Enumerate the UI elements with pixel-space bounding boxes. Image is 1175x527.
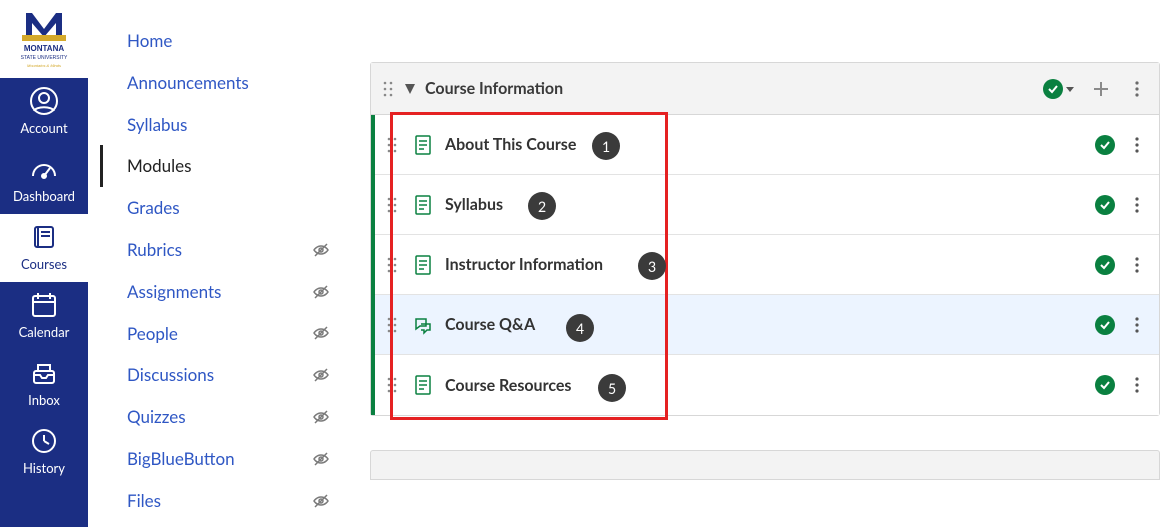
brand-tagline: Mountains & Minds: [27, 63, 61, 68]
course-nav-announcements[interactable]: Announcements: [100, 62, 350, 104]
module-stub-next: [370, 450, 1160, 480]
page-icon: [413, 375, 433, 395]
published-check-icon[interactable]: [1095, 315, 1115, 335]
item-options-icon[interactable]: [1127, 195, 1147, 215]
item-options-icon[interactable]: [1127, 255, 1147, 275]
course-nav-label: People: [127, 322, 178, 346]
drag-handle-icon[interactable]: [387, 256, 401, 274]
module-item-about-this-course: About This Course: [375, 115, 1159, 175]
module-course-information: Course Information: [370, 62, 1160, 416]
course-nav-label: Discussions: [127, 363, 214, 387]
clock-icon: [29, 426, 59, 456]
course-nav-discussions[interactable]: Discussions: [100, 354, 350, 396]
global-nav-inbox[interactable]: Inbox: [0, 350, 88, 418]
course-nav-label: Announcements: [127, 71, 249, 95]
add-item-button[interactable]: [1091, 79, 1111, 99]
course-nav-modules[interactable]: Modules: [100, 145, 350, 187]
course-nav-bigbluebutton[interactable]: BigBlueButton: [100, 438, 350, 480]
collapse-caret-icon[interactable]: [405, 84, 417, 94]
course-nav-label: Files: [127, 489, 161, 513]
drag-handle-icon[interactable]: [387, 376, 401, 394]
published-check-icon[interactable]: [1095, 195, 1115, 215]
module-header-actions: [1043, 79, 1147, 99]
chevron-down-icon: [1065, 84, 1075, 94]
course-nav-label: Rubrics: [127, 238, 182, 262]
course-nav-files[interactable]: Files: [100, 480, 350, 522]
module-item-instructor-information: Instructor Information: [375, 235, 1159, 295]
module-item-course-qa: Course Q&A: [375, 295, 1159, 355]
global-nav-label: Inbox: [28, 392, 60, 408]
drag-handle-icon[interactable]: [383, 80, 397, 98]
global-nav-label: History: [23, 460, 65, 476]
module-item-syllabus: Syllabus: [375, 175, 1159, 235]
published-check-icon: [1043, 79, 1063, 99]
module-item-title[interactable]: About This Course: [445, 135, 576, 154]
item-options-icon[interactable]: [1127, 315, 1147, 335]
module-items-list: About This Course Syllabus Instructor In…: [371, 115, 1159, 415]
global-nav-calendar[interactable]: Calendar: [0, 282, 88, 350]
publish-status-dropdown[interactable]: [1043, 79, 1075, 99]
calendar-icon: [29, 290, 59, 320]
hidden-eye-icon: [312, 450, 330, 468]
course-nav-assignments[interactable]: Assignments: [100, 271, 350, 313]
global-nav: MONTANA STATE UNIVERSITY Mountains & Min…: [0, 0, 88, 527]
course-nav-home[interactable]: Home: [100, 20, 350, 62]
course-nav-syllabus[interactable]: Syllabus: [100, 104, 350, 146]
user-circle-icon: [29, 86, 59, 116]
course-nav-label: Assignments: [127, 280, 221, 304]
module-item-title[interactable]: Syllabus: [445, 195, 503, 214]
module-item-title[interactable]: Course Resources: [445, 376, 571, 395]
module-options-icon[interactable]: [1127, 79, 1147, 99]
global-nav-history[interactable]: History: [0, 418, 88, 486]
course-nav-label: BigBlueButton: [127, 447, 235, 471]
course-nav-label: Grades: [127, 196, 180, 220]
drag-handle-icon[interactable]: [387, 136, 401, 154]
hidden-eye-icon: [312, 366, 330, 384]
course-nav-label: Quizzes: [127, 405, 186, 429]
hidden-eye-icon: [312, 241, 330, 259]
course-nav-label: Home: [127, 29, 172, 53]
global-nav-label: Courses: [21, 256, 67, 272]
module-item-course-resources: Course Resources: [375, 355, 1159, 415]
module-title: Course Information: [425, 79, 1035, 98]
page-icon: [413, 135, 433, 155]
brand-logo[interactable]: MONTANA STATE UNIVERSITY Mountains & Min…: [0, 0, 88, 78]
global-nav-label: Dashboard: [13, 188, 75, 204]
drag-handle-icon[interactable]: [387, 316, 401, 334]
page-icon: [413, 195, 433, 215]
module-item-title[interactable]: Instructor Information: [445, 255, 603, 274]
course-nav-label: Syllabus: [127, 113, 187, 137]
gauge-icon: [29, 154, 59, 184]
page-icon: [413, 255, 433, 275]
hidden-eye-icon: [312, 492, 330, 510]
global-nav-account[interactable]: Account: [0, 78, 88, 146]
global-nav-courses[interactable]: Courses: [0, 214, 88, 282]
discussion-icon: [413, 315, 433, 335]
published-check-icon[interactable]: [1095, 255, 1115, 275]
course-nav-quizzes[interactable]: Quizzes: [100, 396, 350, 438]
brand-top: MONTANA: [24, 44, 65, 53]
course-nav-rubrics[interactable]: Rubrics: [100, 229, 350, 271]
published-check-icon[interactable]: [1095, 375, 1115, 395]
course-nav-grades[interactable]: Grades: [100, 187, 350, 229]
item-options-icon[interactable]: [1127, 135, 1147, 155]
drag-handle-icon[interactable]: [387, 196, 401, 214]
global-nav-label: Account: [20, 120, 67, 136]
published-check-icon[interactable]: [1095, 135, 1115, 155]
global-nav-label: Calendar: [19, 324, 70, 340]
book-icon: [29, 222, 59, 252]
course-nav-label: Modules: [127, 154, 192, 178]
main-content: Course Information: [370, 62, 1160, 480]
hidden-eye-icon: [312, 324, 330, 342]
hidden-eye-icon: [312, 408, 330, 426]
hidden-eye-icon: [312, 283, 330, 301]
item-options-icon[interactable]: [1127, 375, 1147, 395]
course-nav-people[interactable]: People: [100, 313, 350, 355]
global-nav-dashboard[interactable]: Dashboard: [0, 146, 88, 214]
course-nav: Home Announcements Syllabus Modules Grad…: [100, 20, 350, 522]
module-item-title[interactable]: Course Q&A: [445, 315, 535, 334]
inbox-icon: [29, 358, 59, 388]
brand-sub: STATE UNIVERSITY: [21, 55, 68, 61]
module-header: Course Information: [371, 63, 1159, 115]
